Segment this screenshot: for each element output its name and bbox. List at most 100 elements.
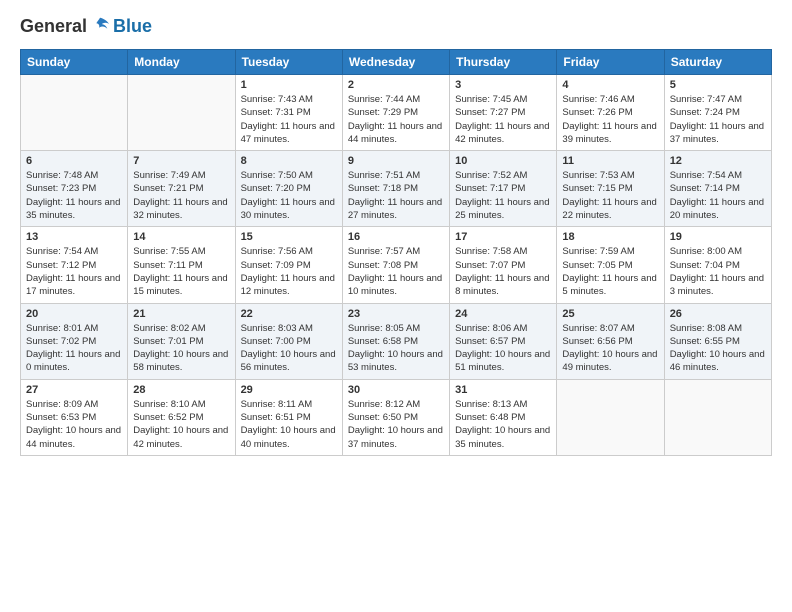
calendar-day-cell: 17Sunrise: 7:58 AM Sunset: 7:07 PM Dayli… (450, 227, 557, 303)
calendar-day-cell: 5 Sunrise: 7:47 AM Sunset: 7:24 PM Daylig… (664, 75, 771, 151)
weekday-header-sunday: Sunday (21, 50, 128, 75)
day-number: 17 (455, 231, 551, 243)
calendar-day-cell: 18Sunrise: 7:59 AM Sunset: 7:05 PM Dayli… (557, 227, 664, 303)
calendar-day-cell: 22 Sunrise: 8:03 AM Sunset: 7:00 PM Dayli… (235, 303, 342, 379)
calendar-day-cell: 7Sunrise: 7:49 AM Sunset: 7:21 PM Daylig… (128, 151, 235, 227)
day-number: 14 (133, 231, 229, 243)
day-info: Sunrise: 7:56 AM Sunset: 7:09 PM Dayligh… (241, 245, 337, 298)
day-number: 18 (562, 231, 658, 243)
calendar-day-cell: 2Sunrise: 7:44 AM Sunset: 7:29 PM Daylig… (342, 75, 449, 151)
day-info: Sunrise: 7:44 AM Sunset: 7:29 PM Dayligh… (348, 93, 444, 146)
calendar-day-cell: 1 Sunrise: 7:43 AM Sunset: 7:31 PM Daylig… (235, 75, 342, 151)
day-number: 13 (26, 231, 122, 243)
weekday-header-thursday: Thursday (450, 50, 557, 75)
day-info: Sunrise: 7:57 AM Sunset: 7:08 PM Dayligh… (348, 245, 444, 298)
calendar-table: SundayMondayTuesdayWednesdayThursdayFrid… (20, 49, 772, 456)
day-info: Sunrise: 8:10 AM Sunset: 6:52 PM Dayligh… (133, 398, 229, 451)
day-info: Sunrise: 7:45 AM Sunset: 7:27 PM Dayligh… (455, 93, 551, 146)
day-info: Sunrise: 8:02 AM Sunset: 7:01 PM Dayligh… (133, 322, 229, 375)
day-info: Sunrise: 8:01 AM Sunset: 7:02 PM Dayligh… (26, 322, 122, 375)
weekday-header-saturday: Saturday (664, 50, 771, 75)
calendar-day-cell: 21 Sunrise: 8:02 AM Sunset: 7:01 PM Dayli… (128, 303, 235, 379)
logo-blue-text: Blue (113, 16, 152, 37)
day-number: 8 (241, 155, 337, 167)
day-number: 1 (241, 79, 337, 91)
page: General Blue SundayMondayTuesdayWednesda… (0, 0, 792, 466)
calendar-day-cell: 6 Sunrise: 7:48 AM Sunset: 7:23 PM Daylig… (21, 151, 128, 227)
day-number: 6 (26, 155, 122, 167)
weekday-header-wednesday: Wednesday (342, 50, 449, 75)
day-info: Sunrise: 7:49 AM Sunset: 7:21 PM Dayligh… (133, 169, 229, 222)
calendar-day-cell: 30Sunrise: 8:12 AM Sunset: 6:50 PM Dayli… (342, 379, 449, 455)
day-info: Sunrise: 7:51 AM Sunset: 7:18 PM Dayligh… (348, 169, 444, 222)
calendar-day-cell: 24 Sunrise: 8:06 AM Sunset: 6:57 PM Dayli… (450, 303, 557, 379)
calendar-week-row: 20 Sunrise: 8:01 AM Sunset: 7:02 PM Dayli… (21, 303, 772, 379)
day-number: 15 (241, 231, 337, 243)
day-info: Sunrise: 8:07 AM Sunset: 6:56 PM Dayligh… (562, 322, 658, 375)
day-number: 27 (26, 384, 122, 396)
calendar-day-cell: 27 Sunrise: 8:09 AM Sunset: 6:53 PM Dayli… (21, 379, 128, 455)
calendar-day-cell (664, 379, 771, 455)
calendar-day-cell: 14 Sunrise: 7:55 AM Sunset: 7:11 PM Dayli… (128, 227, 235, 303)
calendar-day-cell: 31Sunrise: 8:13 AM Sunset: 6:48 PM Dayli… (450, 379, 557, 455)
calendar-day-cell: 16 Sunrise: 7:57 AM Sunset: 7:08 PM Dayli… (342, 227, 449, 303)
calendar-day-cell: 9Sunrise: 7:51 AM Sunset: 7:18 PM Daylig… (342, 151, 449, 227)
day-number: 21 (133, 308, 229, 320)
day-info: Sunrise: 8:06 AM Sunset: 6:57 PM Dayligh… (455, 322, 551, 375)
calendar-week-row: 27 Sunrise: 8:09 AM Sunset: 6:53 PM Dayli… (21, 379, 772, 455)
calendar-day-cell: 20 Sunrise: 8:01 AM Sunset: 7:02 PM Dayli… (21, 303, 128, 379)
day-info: Sunrise: 7:52 AM Sunset: 7:17 PM Dayligh… (455, 169, 551, 222)
day-number: 28 (133, 384, 229, 396)
day-number: 4 (562, 79, 658, 91)
weekday-header-row: SundayMondayTuesdayWednesdayThursdayFrid… (21, 50, 772, 75)
calendar-day-cell: 26 Sunrise: 8:08 AM Sunset: 6:55 PM Dayli… (664, 303, 771, 379)
calendar-day-cell: 23Sunrise: 8:05 AM Sunset: 6:58 PM Dayli… (342, 303, 449, 379)
calendar-day-cell: 3Sunrise: 7:45 AM Sunset: 7:27 PM Daylig… (450, 75, 557, 151)
day-info: Sunrise: 8:03 AM Sunset: 7:00 PM Dayligh… (241, 322, 337, 375)
day-info: Sunrise: 8:09 AM Sunset: 6:53 PM Dayligh… (26, 398, 122, 451)
calendar-day-cell: 29 Sunrise: 8:11 AM Sunset: 6:51 PM Dayli… (235, 379, 342, 455)
day-info: Sunrise: 8:00 AM Sunset: 7:04 PM Dayligh… (670, 245, 766, 298)
day-info: Sunrise: 8:05 AM Sunset: 6:58 PM Dayligh… (348, 322, 444, 375)
logo-general-text: General (20, 16, 87, 37)
day-number: 26 (670, 308, 766, 320)
day-number: 20 (26, 308, 122, 320)
day-number: 5 (670, 79, 766, 91)
calendar-day-cell: 12 Sunrise: 7:54 AM Sunset: 7:14 PM Dayli… (664, 151, 771, 227)
calendar-day-cell: 10Sunrise: 7:52 AM Sunset: 7:17 PM Dayli… (450, 151, 557, 227)
day-info: Sunrise: 7:43 AM Sunset: 7:31 PM Dayligh… (241, 93, 337, 146)
day-number: 11 (562, 155, 658, 167)
header: General Blue (20, 16, 772, 37)
calendar-day-cell: 13 Sunrise: 7:54 AM Sunset: 7:12 PM Dayli… (21, 227, 128, 303)
calendar-day-cell: 4 Sunrise: 7:46 AM Sunset: 7:26 PM Daylig… (557, 75, 664, 151)
day-info: Sunrise: 7:54 AM Sunset: 7:12 PM Dayligh… (26, 245, 122, 298)
day-info: Sunrise: 8:11 AM Sunset: 6:51 PM Dayligh… (241, 398, 337, 451)
calendar-week-row: 6 Sunrise: 7:48 AM Sunset: 7:23 PM Daylig… (21, 151, 772, 227)
day-number: 25 (562, 308, 658, 320)
logo-bird-icon (89, 15, 111, 37)
calendar-day-cell (557, 379, 664, 455)
calendar-week-row: 13 Sunrise: 7:54 AM Sunset: 7:12 PM Dayli… (21, 227, 772, 303)
day-info: Sunrise: 7:50 AM Sunset: 7:20 PM Dayligh… (241, 169, 337, 222)
day-info: Sunrise: 8:12 AM Sunset: 6:50 PM Dayligh… (348, 398, 444, 451)
calendar-day-cell (128, 75, 235, 151)
day-info: Sunrise: 7:55 AM Sunset: 7:11 PM Dayligh… (133, 245, 229, 298)
day-number: 24 (455, 308, 551, 320)
calendar-day-cell (21, 75, 128, 151)
calendar-day-cell: 25 Sunrise: 8:07 AM Sunset: 6:56 PM Dayli… (557, 303, 664, 379)
day-number: 29 (241, 384, 337, 396)
calendar-day-cell: 8 Sunrise: 7:50 AM Sunset: 7:20 PM Daylig… (235, 151, 342, 227)
day-info: Sunrise: 8:08 AM Sunset: 6:55 PM Dayligh… (670, 322, 766, 375)
day-info: Sunrise: 7:47 AM Sunset: 7:24 PM Dayligh… (670, 93, 766, 146)
day-number: 12 (670, 155, 766, 167)
weekday-header-monday: Monday (128, 50, 235, 75)
day-number: 16 (348, 231, 444, 243)
day-info: Sunrise: 7:48 AM Sunset: 7:23 PM Dayligh… (26, 169, 122, 222)
calendar-day-cell: 19Sunrise: 8:00 AM Sunset: 7:04 PM Dayli… (664, 227, 771, 303)
logo: General Blue (20, 16, 152, 37)
day-info: Sunrise: 7:54 AM Sunset: 7:14 PM Dayligh… (670, 169, 766, 222)
day-info: Sunrise: 8:13 AM Sunset: 6:48 PM Dayligh… (455, 398, 551, 451)
day-info: Sunrise: 7:46 AM Sunset: 7:26 PM Dayligh… (562, 93, 658, 146)
day-number: 22 (241, 308, 337, 320)
calendar-day-cell: 15 Sunrise: 7:56 AM Sunset: 7:09 PM Dayli… (235, 227, 342, 303)
